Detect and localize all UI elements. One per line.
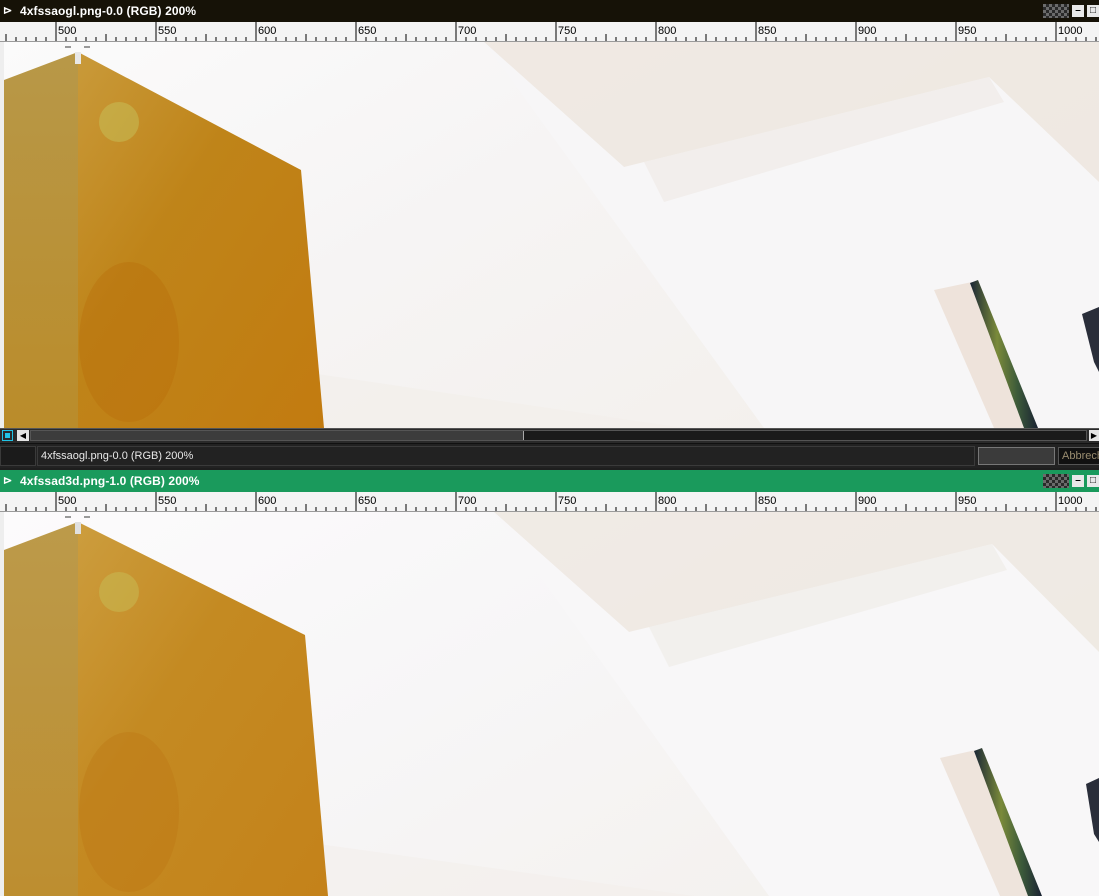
ruler-label: 600 (258, 495, 276, 507)
minimize-button[interactable]: – (1072, 5, 1084, 17)
ruler-label: 700 (458, 495, 476, 507)
ruler-label: 850 (758, 495, 776, 507)
ruler-label: 500 (58, 25, 76, 37)
horizontal-ruler[interactable]: 500 550 600 650 700 750 800 850 900 950 1000 (0, 492, 1099, 512)
ruler-ticks: 500 550 600 650 700 750 800 850 900 950 1000 (5, 22, 1097, 41)
image-canvas[interactable] (4, 42, 1099, 428)
ruler-label: 900 (858, 495, 876, 507)
scroll-left-button[interactable]: ◀ (17, 430, 29, 441)
transparency-grid-icon (1043, 4, 1069, 18)
scroll-track[interactable] (30, 430, 1087, 441)
ruler-label: 1000 (1058, 495, 1082, 507)
ruler-label: 700 (458, 25, 476, 37)
transparency-grid-icon (1043, 474, 1069, 488)
maximize-button[interactable]: □ (1087, 475, 1099, 487)
ruler-label: 750 (558, 495, 576, 507)
pin-icon[interactable]: ⊳ (3, 470, 17, 492)
unit-selector[interactable] (0, 446, 36, 466)
title-bar[interactable]: ⊳ 4xfssaogl.png-0.0 (RGB) 200% – □ (0, 0, 1099, 22)
ruler-label: 900 (858, 25, 876, 37)
image-content (4, 512, 1099, 896)
maximize-button[interactable]: □ (1087, 5, 1099, 17)
ruler-label: 600 (258, 25, 276, 37)
navigate-icon[interactable] (2, 430, 13, 441)
ruler-label: 800 (658, 495, 676, 507)
image-window-1: ⊳ 4xfssaogl.png-0.0 (RGB) 200% – □ 500 55… (0, 0, 1099, 470)
ruler-label: 550 (158, 25, 176, 37)
cancel-button[interactable]: Abbrechen (1058, 447, 1099, 465)
title-bar[interactable]: ⊳ 4xfssad3d.png-1.0 (RGB) 200% – □ (0, 470, 1099, 492)
progress-box (978, 447, 1055, 465)
horizontal-scrollbar[interactable]: ◀ ▶ (0, 428, 1099, 443)
scroll-thumb[interactable] (31, 431, 524, 440)
status-text: 4xfssaogl.png-0.0 (RGB) 200% (37, 446, 975, 466)
window-controls: – □ (1043, 473, 1099, 489)
scroll-right-button[interactable]: ▶ (1089, 430, 1099, 441)
window-title: 4xfssaogl.png-0.0 (RGB) 200% (20, 4, 197, 18)
pin-icon[interactable]: ⊳ (3, 0, 17, 22)
window-controls: – □ (1043, 3, 1099, 19)
ruler-label: 650 (358, 495, 376, 507)
horizontal-ruler[interactable]: 500 550 600 650 700 750 800 850 900 950 1000 (0, 22, 1099, 42)
image-window-2: ⊳ 4xfssad3d.png-1.0 (RGB) 200% – □ 500 55… (0, 470, 1099, 896)
ruler-label: 950 (958, 495, 976, 507)
image-canvas[interactable] (4, 512, 1099, 896)
ruler-label: 850 (758, 25, 776, 37)
ruler-label: 800 (658, 25, 676, 37)
ruler-label: 750 (558, 25, 576, 37)
image-content (4, 42, 1099, 428)
window-title: 4xfssad3d.png-1.0 (RGB) 200% (20, 474, 200, 488)
ruler-label: 950 (958, 25, 976, 37)
ruler-label: 500 (58, 495, 76, 507)
status-bar: 4xfssaogl.png-0.0 (RGB) 200% Abbrechen (0, 443, 1099, 468)
ruler-label: 1000 (1058, 25, 1082, 37)
ruler-label: 650 (358, 25, 376, 37)
ruler-label: 550 (158, 495, 176, 507)
ruler-ticks: 500 550 600 650 700 750 800 850 900 950 1000 (5, 492, 1097, 511)
minimize-button[interactable]: – (1072, 475, 1084, 487)
